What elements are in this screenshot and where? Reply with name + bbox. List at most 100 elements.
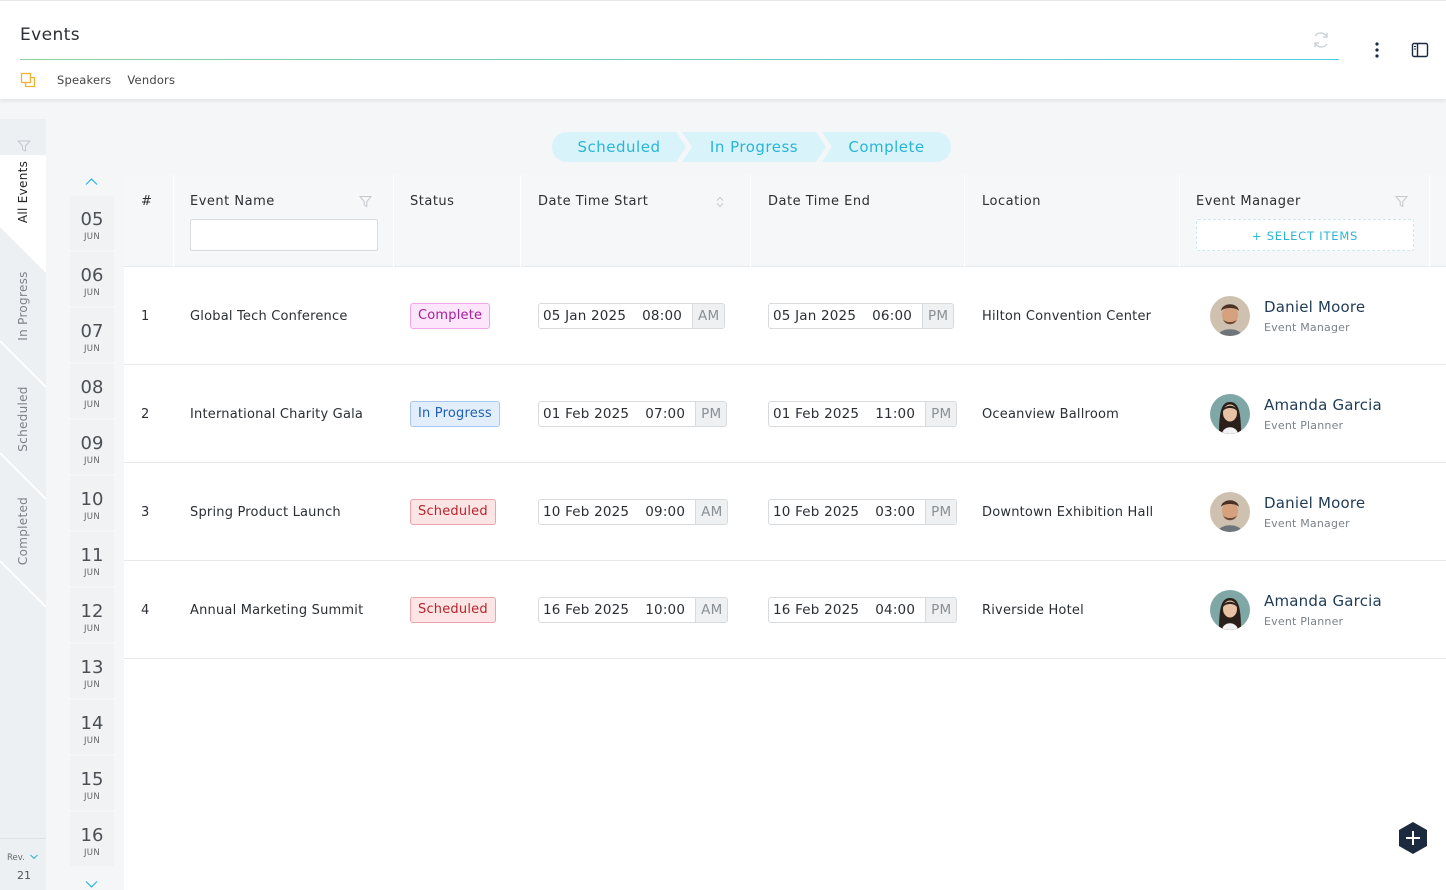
- start-datetime-field[interactable]: 10 Feb 2025 09:00 AM: [538, 499, 729, 525]
- end-date: 01 Feb 2025: [773, 406, 860, 422]
- date-item[interactable]: 12 JUN: [70, 588, 114, 642]
- chevron-down-icon[interactable]: [85, 880, 98, 889]
- manager-role: Event Planner: [1264, 615, 1344, 628]
- date-day: 05: [80, 209, 104, 230]
- date-month: JUN: [84, 792, 100, 802]
- manager-cell: Daniel Moore Event Manager: [1210, 463, 1440, 561]
- end-datetime-field[interactable]: 01 Feb 2025 11:00 PM: [768, 401, 958, 427]
- event-name: Annual Marketing Summit: [190, 602, 364, 618]
- date-item[interactable]: 11 JUN: [70, 532, 114, 586]
- end-datetime-cell: 05 Jan 2025 06:00 PM: [768, 267, 964, 365]
- date-day: 07: [80, 321, 104, 342]
- sort-icon[interactable]: [715, 195, 725, 209]
- refresh-icon[interactable]: [1311, 30, 1331, 50]
- events-table: # Event Name Status Date Time Start Date…: [124, 175, 1446, 890]
- status-steps: Scheduled In Progress Complete: [552, 132, 951, 162]
- end-date: 10 Feb 2025: [773, 504, 860, 520]
- filter-icon[interactable]: [1395, 195, 1408, 208]
- end-ampm[interactable]: PM: [922, 304, 954, 328]
- end-datetime-field[interactable]: 05 Jan 2025 06:00 PM: [768, 303, 955, 329]
- tab-scheduled-label: Scheduled: [16, 386, 30, 452]
- column-location-label: Location: [982, 194, 1041, 209]
- date-item[interactable]: 13 JUN: [70, 644, 114, 698]
- manager-name[interactable]: Daniel Moore: [1264, 494, 1365, 512]
- status-cell: Scheduled: [410, 463, 520, 561]
- step-in-progress[interactable]: In Progress: [682, 132, 826, 162]
- tab-in-progress-label: In Progress: [16, 271, 30, 341]
- tab-completed-label: Completed: [16, 496, 30, 566]
- start-datetime-field[interactable]: 01 Feb 2025 07:00 PM: [538, 401, 728, 427]
- status-badge: Scheduled: [410, 499, 496, 525]
- date-day: 09: [80, 433, 104, 454]
- sub-navigation: Speakers Vendors: [20, 71, 191, 89]
- date-month: JUN: [84, 848, 100, 858]
- subnav-speakers-link[interactable]: Speakers: [57, 73, 111, 87]
- date-item[interactable]: 07 JUN: [70, 308, 114, 362]
- status-badge: Complete: [410, 303, 491, 329]
- location: Downtown Exhibition Hall: [982, 504, 1154, 520]
- select-items-button[interactable]: + SELECT ITEMS: [1196, 219, 1414, 251]
- filter-icon[interactable]: [359, 195, 372, 208]
- tab-all-events[interactable]: All Events: [0, 155, 46, 233]
- table-row[interactable]: 1 Global Tech Conference Complete 05 Jan 20…: [124, 267, 1446, 365]
- manager-role: Event Manager: [1264, 321, 1350, 334]
- table-row[interactable]: 2 International Charity Gala In Progress 01…: [124, 365, 1446, 463]
- start-ampm[interactable]: AM: [692, 304, 725, 328]
- start-ampm[interactable]: AM: [695, 500, 728, 524]
- table-header: # Event Name Status Date Time Start Date…: [124, 175, 1446, 267]
- end-ampm[interactable]: PM: [925, 402, 957, 426]
- column-date-start-label: Date Time Start: [538, 194, 649, 209]
- copy-icon[interactable]: [20, 72, 36, 88]
- start-ampm[interactable]: AM: [695, 598, 728, 622]
- end-datetime-cell: 01 Feb 2025 11:00 PM: [768, 365, 964, 463]
- date-item[interactable]: 08 JUN: [70, 364, 114, 418]
- table-row[interactable]: 4 Annual Marketing Summit Scheduled 16 Feb …: [124, 561, 1446, 659]
- end-datetime-field[interactable]: 16 Feb 2025 04:00 PM: [768, 597, 958, 623]
- date-month: JUN: [84, 680, 100, 690]
- tab-all-events-label: All Events: [16, 160, 30, 224]
- manager-name[interactable]: Amanda Garcia: [1264, 396, 1382, 414]
- add-event-button[interactable]: [1397, 821, 1429, 855]
- end-ampm[interactable]: PM: [925, 500, 957, 524]
- revision-selector[interactable]: Rev. 21: [0, 838, 46, 890]
- panel-toggle-icon[interactable]: [1411, 41, 1429, 59]
- column-date-start: Date Time Start: [521, 175, 751, 267]
- event-name: Global Tech Conference: [190, 308, 348, 324]
- step-scheduled[interactable]: Scheduled: [552, 132, 686, 162]
- date-day: 13: [80, 657, 104, 678]
- manager-role: Event Planner: [1264, 419, 1344, 432]
- start-date: 05 Jan 2025: [543, 308, 627, 324]
- start-datetime-field[interactable]: 05 Jan 2025 08:00 AM: [538, 303, 726, 329]
- date-item[interactable]: 10 JUN: [70, 476, 114, 530]
- table-row[interactable]: 3 Spring Product Launch Scheduled 10 Feb 20…: [124, 463, 1446, 561]
- location: Hilton Convention Center: [982, 308, 1152, 324]
- date-item[interactable]: 06 JUN: [70, 252, 114, 306]
- event-name: Spring Product Launch: [190, 504, 341, 520]
- end-datetime-field[interactable]: 10 Feb 2025 03:00 PM: [768, 499, 958, 525]
- start-datetime-cell: 16 Feb 2025 10:00 AM: [538, 561, 750, 659]
- start-ampm[interactable]: PM: [695, 402, 727, 426]
- date-month: JUN: [84, 568, 100, 578]
- chevron-up-icon[interactable]: [85, 177, 98, 186]
- chevron-down-icon[interactable]: [30, 854, 38, 860]
- date-item[interactable]: 15 JUN: [70, 756, 114, 810]
- event-name-filter-input[interactable]: [190, 219, 378, 251]
- manager-cell: Amanda Garcia Event Planner: [1210, 561, 1440, 659]
- end-time: 03:00: [875, 504, 916, 520]
- app-header: Events Speakers Vendors: [0, 0, 1446, 99]
- tab-divider: [0, 561, 46, 607]
- date-item[interactable]: 05 JUN: [70, 196, 114, 250]
- date-day: 06: [80, 265, 104, 286]
- date-item[interactable]: 14 JUN: [70, 700, 114, 754]
- step-complete[interactable]: Complete: [822, 132, 951, 162]
- filter-icon[interactable]: [17, 139, 31, 153]
- manager-name[interactable]: Daniel Moore: [1264, 298, 1365, 316]
- manager-name[interactable]: Amanda Garcia: [1264, 592, 1382, 610]
- end-ampm[interactable]: PM: [925, 598, 957, 622]
- date-item[interactable]: 09 JUN: [70, 420, 114, 474]
- date-item[interactable]: 16 JUN: [70, 812, 114, 866]
- subnav-vendors-link[interactable]: Vendors: [127, 73, 175, 87]
- start-time: 09:00: [645, 504, 686, 520]
- start-datetime-field[interactable]: 16 Feb 2025 10:00 AM: [538, 597, 729, 623]
- more-vertical-icon[interactable]: [1368, 40, 1386, 60]
